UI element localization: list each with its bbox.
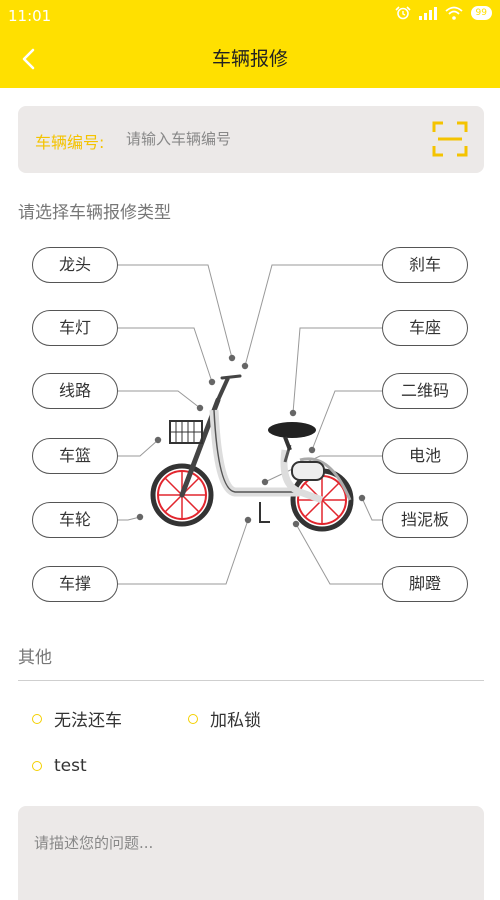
- app-header: 11:01 99 车辆报修: [0, 0, 500, 88]
- wifi-icon: [444, 6, 463, 20]
- option-label: 无法还车: [54, 711, 122, 731]
- description-box: [18, 806, 484, 900]
- part-button-fender[interactable]: 挡泥板: [382, 502, 468, 538]
- leader-dots: [136, 354, 366, 528]
- repair-type-title: 请选择车辆报修类型: [18, 203, 171, 223]
- part-button-light[interactable]: 车灯: [32, 310, 118, 346]
- part-button-battery[interactable]: 电池: [382, 438, 468, 474]
- vehicle-number-input[interactable]: [126, 126, 406, 152]
- page-title: 车辆报修: [211, 48, 288, 70]
- alarm-icon: [394, 6, 411, 20]
- vehicle-number-label: 车辆编号:: [35, 133, 105, 152]
- radio-icon: [188, 713, 198, 724]
- radio-icon: [32, 761, 42, 771]
- vehicle-number-field: 车辆编号:: [18, 106, 484, 173]
- part-button-kickstand[interactable]: 车撑: [32, 566, 118, 602]
- bike-illustration: [150, 374, 354, 532]
- part-button-qrcode[interactable]: 二维码: [382, 373, 468, 409]
- option-cannot-return[interactable]: 无法还车: [32, 706, 122, 731]
- status-time: 11:01: [8, 7, 52, 25]
- scan-qr-icon[interactable]: [432, 121, 468, 157]
- radio-icon: [32, 713, 42, 724]
- option-test[interactable]: test: [32, 756, 87, 776]
- part-button-wiring[interactable]: 线路: [32, 373, 118, 409]
- part-button-basket[interactable]: 车篮: [32, 438, 118, 474]
- part-button-pedal[interactable]: 脚蹬: [382, 566, 468, 602]
- part-button-wheel[interactable]: 车轮: [32, 502, 118, 538]
- part-button-brake[interactable]: 刹车: [382, 247, 468, 283]
- part-button-seat[interactable]: 车座: [382, 310, 468, 346]
- other-title: 其他: [18, 648, 52, 668]
- leader-lines: [118, 264, 382, 585]
- option-label: test: [54, 756, 87, 776]
- part-button-handlebar[interactable]: 龙头: [32, 247, 118, 283]
- divider: [18, 680, 484, 681]
- option-label: 加私锁: [210, 711, 261, 731]
- signal-icon: [418, 7, 437, 20]
- option-private-lock[interactable]: 加私锁: [188, 706, 261, 731]
- status-icons: 99: [394, 6, 492, 20]
- description-input[interactable]: [34, 832, 464, 892]
- battery-icon: 99: [470, 6, 492, 20]
- bike-diagram: [118, 264, 382, 585]
